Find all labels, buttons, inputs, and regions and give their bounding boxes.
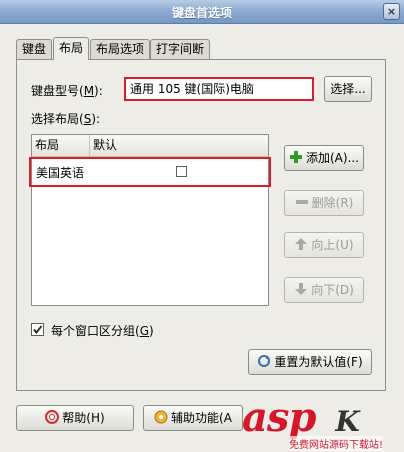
- close-icon: ×: [386, 5, 397, 18]
- tab-typing-break[interactable]: 打字间断: [150, 39, 211, 59]
- accessibility-icon: [154, 408, 168, 424]
- grouping-label-end: ): [149, 324, 154, 338]
- tab-layouts[interactable]: 布局: [53, 37, 90, 60]
- select-model-button[interactable]: 选择...: [324, 76, 372, 102]
- model-field[interactable]: 通用 105 键(国际)电脑: [124, 77, 314, 101]
- reset-icon: [257, 352, 271, 367]
- watermark-brand-text: asp: [242, 394, 316, 441]
- help-icon: [45, 408, 60, 424]
- tab-layout-options[interactable]: 布局选项: [90, 39, 151, 59]
- watermark-subtitle: 免费网站源码下载站!: [289, 436, 384, 451]
- remove-label: 删除(R): [311, 196, 354, 210]
- keyboard-preferences-window: 键盘首选项 × 键盘 布局 布局选项 打字间断 键盘型号(M): 通用 105 …: [0, 0, 404, 452]
- model-label-end: ):: [94, 84, 103, 98]
- move-up-label: 向上(U): [311, 238, 354, 252]
- move-down-label: 向下(D): [311, 283, 354, 297]
- reset-defaults-button[interactable]: 重置为默认值(F): [248, 349, 372, 375]
- column-default[interactable]: 默认: [90, 135, 150, 157]
- watermark-suffix: K: [335, 405, 359, 438]
- layouts-label-end: ):: [91, 112, 101, 126]
- add-button[interactable]: 添加(A)...: [284, 145, 364, 171]
- table-row[interactable]: 美国英语: [29, 157, 271, 187]
- model-mnemonic: M: [83, 84, 95, 98]
- model-label: 键盘型号(M):: [31, 82, 103, 99]
- add-icon: [289, 148, 303, 163]
- column-layout[interactable]: 布局: [32, 135, 90, 157]
- add-label: 添加(A)...: [305, 151, 360, 165]
- layout-name: 美国英语: [36, 166, 85, 180]
- arrow-up-icon: [294, 235, 308, 250]
- group-per-window-checkbox[interactable]: [31, 323, 44, 336]
- grouping-label-text: 每个窗口区分组(: [51, 324, 140, 338]
- layouts-label: 选择布局(S):: [31, 110, 100, 127]
- list-header: 布局 默认: [32, 135, 268, 157]
- model-label-text: 键盘型号(: [31, 84, 84, 98]
- watermark: asp K 免费网站源码下载站!: [234, 394, 404, 452]
- accessibility-button[interactable]: 辅助功能(A: [143, 405, 243, 431]
- arrow-down-icon: [294, 280, 308, 295]
- remove-icon: [295, 193, 309, 207]
- check-icon: [33, 325, 43, 334]
- close-button[interactable]: ×: [383, 3, 400, 20]
- help-label: 帮助(H): [62, 411, 105, 425]
- watermark-brand: asp K: [242, 394, 360, 441]
- reset-label: 重置为默认值(F): [274, 355, 363, 369]
- move-up-button[interactable]: 向上(U): [284, 232, 364, 258]
- grouping-mnemonic: G: [139, 324, 149, 338]
- layouts-label-text: 选择布局(: [31, 112, 84, 126]
- window-title: 键盘首选项: [171, 6, 232, 20]
- accessibility-label: 辅助功能(A: [171, 411, 232, 425]
- title-bar: 键盘首选项 ×: [0, 0, 404, 24]
- remove-button[interactable]: 删除(R): [284, 190, 364, 216]
- default-checkbox[interactable]: [176, 166, 187, 177]
- move-down-button[interactable]: 向下(D): [284, 277, 364, 303]
- grouping-label: 每个窗口区分组(G): [51, 322, 154, 339]
- help-button[interactable]: 帮助(H): [16, 405, 134, 431]
- tab-keyboard[interactable]: 键盘: [16, 39, 53, 59]
